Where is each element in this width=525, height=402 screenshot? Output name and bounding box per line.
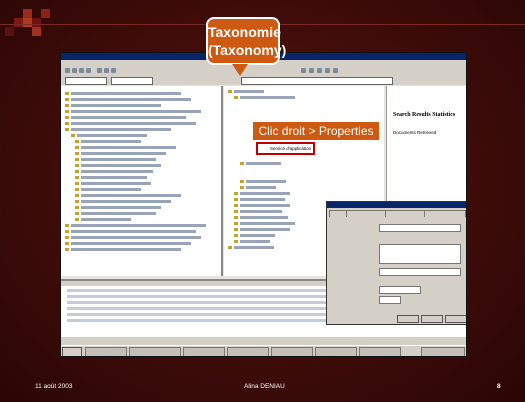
callout-title: Taxonomie xyxy=(208,24,281,40)
tab-user-defined[interactable] xyxy=(385,210,425,217)
taskbar xyxy=(61,345,466,356)
apply-button[interactable] xyxy=(445,315,466,323)
new-icon[interactable] xyxy=(65,68,70,73)
status-bar xyxy=(61,337,466,345)
save-icon[interactable] xyxy=(79,68,84,73)
selected-taxonomy-node[interactable]: Service d'application xyxy=(256,142,315,155)
taskbar-item[interactable] xyxy=(315,347,357,356)
tool-icon[interactable] xyxy=(333,68,338,73)
search-input[interactable] xyxy=(241,77,393,85)
tool-icon[interactable] xyxy=(325,68,330,73)
decorative-squares xyxy=(0,0,120,60)
print-icon[interactable] xyxy=(86,68,91,73)
tab-main[interactable] xyxy=(329,210,347,217)
documents-retrieved-label: Documents Retrieved xyxy=(393,130,437,135)
cancel-button[interactable] xyxy=(421,315,443,323)
slide-date: 11 août 2003 xyxy=(35,383,73,390)
search-results-title: Search Results Statistics xyxy=(393,112,456,118)
callout-subtitle: (Taxonomy) xyxy=(208,42,287,58)
name-field[interactable] xyxy=(379,224,461,232)
document-tree-pane[interactable] xyxy=(61,86,223,276)
copy-icon[interactable] xyxy=(104,68,109,73)
system-tray xyxy=(421,347,465,356)
cut-icon[interactable] xyxy=(97,68,102,73)
slide-author: Alina DENIAU xyxy=(244,383,285,390)
description-field[interactable] xyxy=(379,244,461,264)
selected-node-label: Service d'application xyxy=(270,146,312,151)
ok-button[interactable] xyxy=(397,315,419,323)
tab-manual-ranking[interactable] xyxy=(424,210,466,217)
toolbar xyxy=(61,66,466,75)
application-screenshot: Search Results Statistics Documents Retr… xyxy=(60,52,467,357)
dialog-tabs xyxy=(329,210,466,217)
type-select[interactable] xyxy=(65,77,107,85)
tool-icon[interactable] xyxy=(301,68,306,73)
taskbar-item[interactable] xyxy=(359,347,401,356)
id-field[interactable] xyxy=(379,268,461,276)
paste-icon[interactable] xyxy=(111,68,116,73)
properties-callout: Clic droit > Properties xyxy=(252,121,380,141)
taskbar-item[interactable] xyxy=(227,347,269,356)
taskbar-item[interactable] xyxy=(85,347,127,356)
taskbar-item[interactable] xyxy=(129,347,181,356)
tool-icon[interactable] xyxy=(309,68,314,73)
type-select[interactable] xyxy=(379,286,421,294)
open-icon[interactable] xyxy=(72,68,77,73)
start-button[interactable] xyxy=(62,347,82,356)
callout-pointer xyxy=(232,64,248,76)
tab-categorization[interactable] xyxy=(346,210,386,217)
taskbar-item[interactable] xyxy=(271,347,313,356)
taxonomy-callout: Taxonomie (Taxonomy) xyxy=(206,17,287,65)
properties-dialog xyxy=(326,201,466,325)
filter-select[interactable] xyxy=(111,77,153,85)
tool-icon[interactable] xyxy=(317,68,322,73)
slide-number: 8 xyxy=(497,383,501,390)
threshold-field[interactable] xyxy=(379,296,401,304)
taskbar-item[interactable] xyxy=(183,347,225,356)
dialog-titlebar xyxy=(327,202,466,208)
filter-toolbar xyxy=(61,75,466,85)
